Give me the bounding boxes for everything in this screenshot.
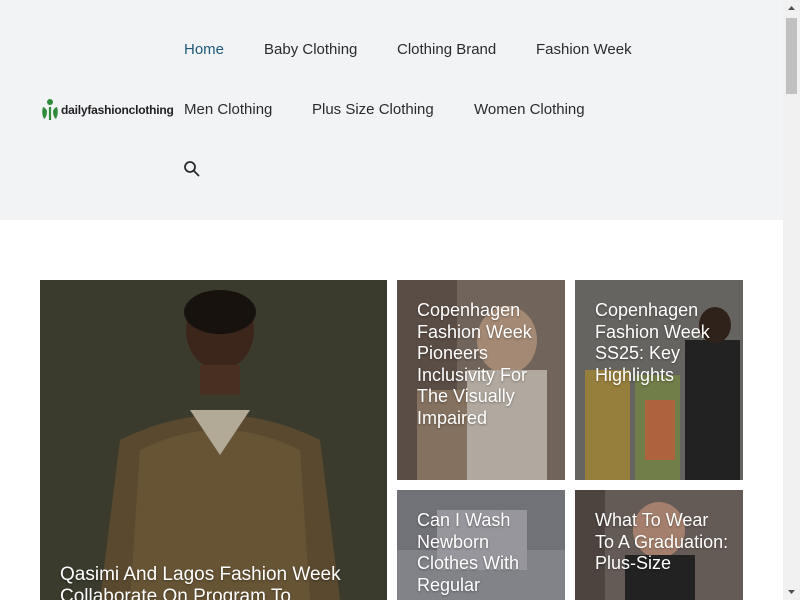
site-header: dailyfashionclothing Home Baby Clothing … bbox=[0, 0, 783, 220]
post-title[interactable]: Qasimi And Lagos Fashion Week Collaborat… bbox=[60, 564, 370, 600]
search-icon bbox=[184, 161, 200, 177]
post-card[interactable]: What To Wear To A Graduation: Plus-Size bbox=[575, 490, 743, 600]
scroll-up-button[interactable] bbox=[783, 0, 800, 17]
logo-text: dailyfashionclothing bbox=[61, 103, 174, 117]
search-button[interactable] bbox=[183, 160, 201, 178]
post-card[interactable]: Can I Wash Newborn Clothes With Regular bbox=[397, 490, 565, 600]
post-title[interactable]: Copenhagen Fashion Week Pioneers Inclusi… bbox=[417, 300, 552, 429]
post-card-featured[interactable]: Qasimi And Lagos Fashion Week Collaborat… bbox=[40, 280, 387, 600]
post-title[interactable]: What To Wear To A Graduation: Plus-Size bbox=[595, 510, 730, 575]
site-logo[interactable]: dailyfashionclothing bbox=[40, 97, 174, 123]
triangle-up-icon bbox=[788, 6, 795, 10]
post-card[interactable]: Copenhagen Fashion Week Pioneers Inclusi… bbox=[397, 280, 565, 480]
card-overlay bbox=[40, 280, 387, 600]
nav-clothing-brand[interactable]: Clothing Brand bbox=[397, 40, 496, 60]
nav-women-clothing[interactable]: Women Clothing bbox=[474, 100, 585, 120]
post-title[interactable]: Can I Wash Newborn Clothes With Regular bbox=[417, 510, 552, 596]
logo-icon bbox=[42, 99, 58, 120]
nav-baby-clothing[interactable]: Baby Clothing bbox=[264, 40, 357, 60]
post-card[interactable]: Copenhagen Fashion Week SS25: Key Highli… bbox=[575, 280, 743, 480]
nav-home[interactable]: Home bbox=[184, 40, 224, 60]
scroll-thumb[interactable] bbox=[786, 18, 797, 94]
post-title[interactable]: Copenhagen Fashion Week SS25: Key Highli… bbox=[595, 300, 730, 386]
nav-plus-size-clothing[interactable]: Plus Size Clothing bbox=[312, 100, 434, 120]
scroll-down-button[interactable] bbox=[783, 583, 800, 600]
triangle-down-icon bbox=[788, 590, 795, 594]
nav-men-clothing[interactable]: Men Clothing bbox=[184, 100, 272, 120]
vertical-scrollbar[interactable] bbox=[783, 0, 800, 600]
nav-fashion-week[interactable]: Fashion Week bbox=[536, 40, 632, 60]
